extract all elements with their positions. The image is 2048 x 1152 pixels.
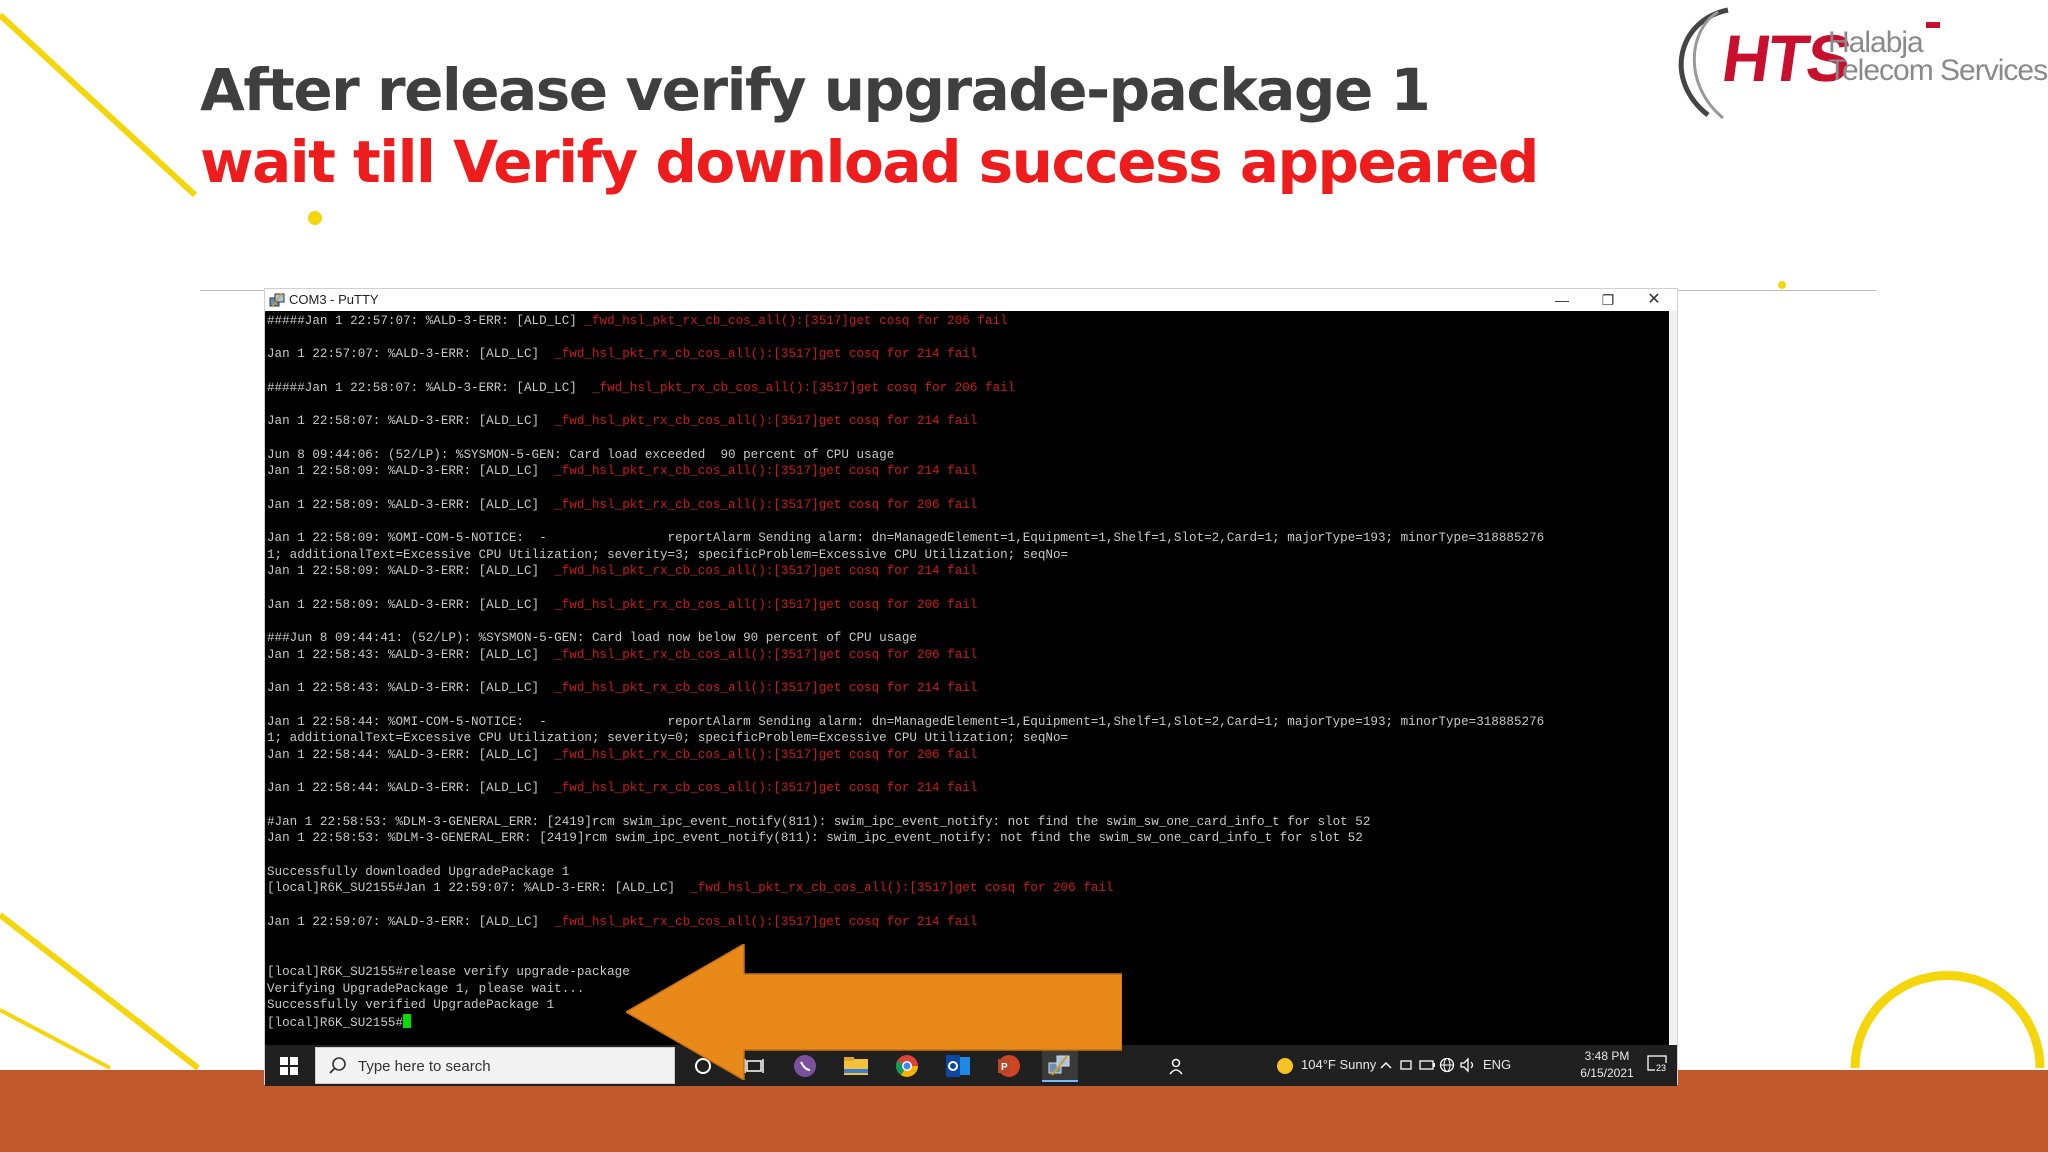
yellow-dot-small <box>1778 281 1786 289</box>
putty-icon <box>269 292 285 308</box>
terminal-line: ###Jun 8 09:44:41: (52/LP): %SYSMON-5-GE… <box>267 631 917 646</box>
terminal-line: #Jan 1 22:58:53: %DLM-3-GENERAL_ERR: [24… <box>267 814 1371 829</box>
terminal-line: Jan 1 22:57:07: %ALD-3-ERR: [ALD_LC] _fw… <box>267 347 978 362</box>
terminal-line: Jan 1 22:58:44: %OMI-COM-5-NOTICE: - rep… <box>267 714 1545 729</box>
terminal-line: Jan 1 22:58:44: %ALD-3-ERR: [ALD_LC] _fw… <box>267 781 978 796</box>
terminal-scrollbar[interactable] <box>1669 311 1677 1045</box>
search-icon <box>329 1057 346 1074</box>
weather-sun-icon <box>1277 1058 1293 1074</box>
terminal-line: Jan 1 22:58:09: %ALD-3-ERR: [ALD_LC] _fw… <box>267 464 978 479</box>
putty-window-title: COM3 - PuTTY <box>289 292 379 307</box>
weather-text[interactable]: 104°F Sunny <box>1301 1057 1376 1072</box>
terminal-line: #####Jan 1 22:57:07: %ALD-3-ERR: [ALD_LC… <box>267 314 1008 328</box>
terminal-line: Jan 1 22:58:43: %ALD-3-ERR: [ALD_LC] _fw… <box>267 681 978 696</box>
language-indicator[interactable]: ENG <box>1483 1057 1511 1072</box>
terminal-line: 1; additionalText=Excessive CPU Utilizat… <box>267 547 1069 562</box>
clock-time: 3:48 PM <box>1584 1049 1630 1063</box>
slide-title: After release verify upgrade-package 1 <box>200 56 1431 124</box>
maximize-button[interactable]: ❐ <box>1585 289 1631 311</box>
terminal-line: Jan 1 22:58:43: %ALD-3-ERR: [ALD_LC] _fw… <box>267 647 978 662</box>
yellow-arc <box>1850 971 2045 1069</box>
terminal-line: Jun 8 09:44:06: (52/LP): %SYSMON-5-GEN: … <box>267 447 895 462</box>
terminal-line: 1; additionalText=Excessive CPU Utilizat… <box>267 731 1069 746</box>
slide-subtitle: wait till Verify download success appear… <box>200 128 1539 196</box>
chevron-up-icon[interactable] <box>1379 1059 1393 1071</box>
notification-icon[interactable]: 23 <box>1647 1055 1669 1075</box>
orange-arrow-callout <box>626 944 1122 1080</box>
terminal-line: Jan 1 22:58:09: %OMI-COM-5-NOTICE: - rep… <box>267 530 1545 545</box>
terminal-line: [local]R6K_SU2155#Jan 1 22:59:07: %ALD-3… <box>267 881 1114 896</box>
logo-text-line2: Telecom Services <box>1828 54 2048 87</box>
close-button[interactable]: ✕ <box>1631 289 1677 311</box>
terminal-line: Jan 1 22:58:53: %DLM-3-GENERAL_ERR: [241… <box>267 831 1363 846</box>
network-icon[interactable] <box>1399 1057 1415 1073</box>
taskbar-clock[interactable]: 3:48 PM 6/15/2021 <box>1577 1048 1637 1082</box>
terminal-line: Successfully downloaded UpgradePackage 1 <box>267 864 570 879</box>
minimize-button[interactable]: — <box>1539 289 1585 311</box>
terminal-line: Jan 1 22:58:09: %ALD-3-ERR: [ALD_LC] _fw… <box>267 564 978 579</box>
terminal-line: Jan 1 22:58:44: %ALD-3-ERR: [ALD_LC] _fw… <box>267 747 978 762</box>
taskbar-search-box[interactable]: Type here to search <box>315 1047 675 1084</box>
terminal-line: Jan 1 22:59:07: %ALD-3-ERR: [ALD_LC] _fw… <box>267 914 978 929</box>
terminal-cursor <box>403 1013 412 1028</box>
company-logo: HTS Halabja Telecom Services <box>1668 0 2048 130</box>
volume-icon[interactable] <box>1459 1057 1477 1073</box>
terminal-line: Jan 1 22:58:09: %ALD-3-ERR: [ALD_LC] _fw… <box>267 497 978 512</box>
battery-icon[interactable] <box>1419 1057 1437 1073</box>
notification-count: 23 <box>1655 1063 1668 1073</box>
yellow-diagonal-top <box>0 12 198 198</box>
yellow-diagonal-bottom-2 <box>0 1008 111 1070</box>
terminal-output[interactable]: #####Jan 1 22:57:07: %ALD-3-ERR: [ALD_LC… <box>265 311 1671 1045</box>
terminal-line: #####Jan 1 22:58:07: %ALD-3-ERR: [ALD_LC… <box>267 380 1016 395</box>
terminal-line: Jan 1 22:58:09: %ALD-3-ERR: [ALD_LC] _fw… <box>267 597 978 612</box>
yellow-diagonal-bottom <box>0 912 200 1071</box>
yellow-dot <box>308 211 322 225</box>
windows-start-icon[interactable] <box>265 1045 313 1086</box>
people-icon[interactable] <box>1160 1049 1196 1082</box>
taskbar-search-placeholder: Type here to search <box>358 1058 491 1075</box>
putty-titlebar[interactable]: COM3 - PuTTY — ❐ ✕ <box>265 289 1677 311</box>
terminal-line: Jan 1 22:58:07: %ALD-3-ERR: [ALD_LC] _fw… <box>267 414 978 429</box>
clock-date: 6/15/2021 <box>1580 1066 1634 1080</box>
globe-icon[interactable] <box>1439 1057 1455 1073</box>
